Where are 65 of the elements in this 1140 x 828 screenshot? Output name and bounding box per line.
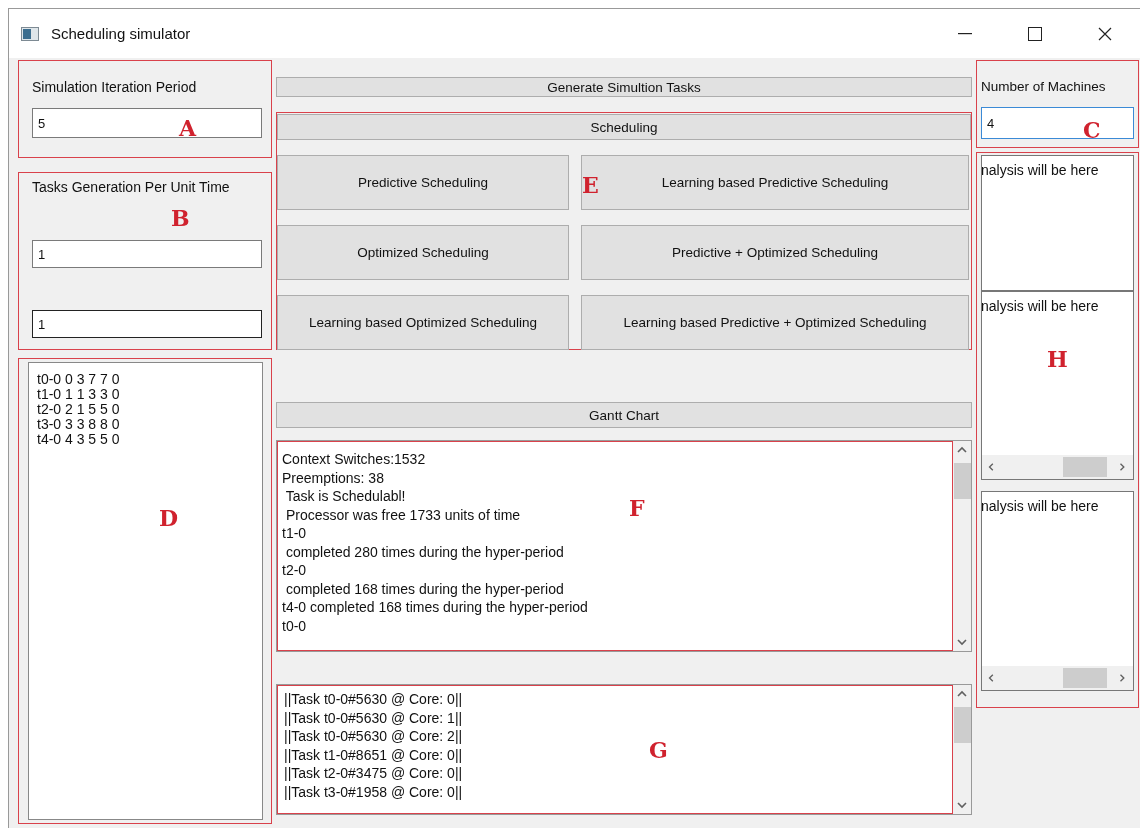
- output-line: ||Task t1-0#8651 @ Core: 0||: [284, 745, 463, 764]
- maximize-icon: [1028, 26, 1042, 41]
- log-line: Preemptions: 38: [282, 468, 384, 487]
- annotation-letter: C: [1083, 119, 1101, 141]
- list-item[interactable]: t3-0 3 3 8 8 0: [37, 417, 120, 432]
- analysis-text: nalysis will be here: [982, 161, 1100, 178]
- scheduling-button[interactable]: Scheduling: [277, 114, 971, 140]
- analysis-panel[interactable]: nalysis will be here: [981, 491, 1134, 691]
- input-field[interactable]: 1: [32, 310, 262, 338]
- analysis-panel[interactable]: nalysis will be here: [981, 155, 1134, 291]
- horizontal-scrollbar[interactable]: [982, 666, 1133, 690]
- log-line: Processor was free 1733 units of time: [284, 505, 521, 524]
- output-line: ||Task t0-0#5630 @ Core: 0||: [284, 690, 463, 709]
- chevron-down-icon[interactable]: [956, 637, 968, 647]
- scheduling-option-button[interactable]: Predictive + Optimized Scheduling: [581, 225, 969, 280]
- scrollbar-thumb[interactable]: [1063, 457, 1107, 477]
- close-icon: [1098, 26, 1112, 41]
- annotation-letter: A: [179, 117, 197, 139]
- annotation-letter: G: [649, 739, 668, 761]
- log-line: t0-0: [282, 616, 307, 635]
- log-line: completed 168 times during the hyper-period: [284, 579, 564, 598]
- scheduling-option-button[interactable]: Predictive Scheduling: [277, 155, 569, 210]
- scheduling-option-button[interactable]: Learning based Predictive + Optimized Scheduling: [581, 295, 969, 350]
- input-field[interactable]: 1: [32, 240, 262, 268]
- log-line: t4-0 completed 168 times during the hyper-period: [282, 598, 588, 617]
- list-item[interactable]: t2-0 2 1 5 5 0: [37, 402, 120, 417]
- analysis-text: nalysis will be here: [982, 297, 1100, 314]
- gantt-chart-button[interactable]: Gantt Chart: [276, 402, 972, 428]
- annotation-letter: E: [582, 174, 599, 196]
- output-line: ||Task t0-0#5630 @ Core: 2||: [284, 727, 463, 746]
- horizontal-scrollbar[interactable]: [982, 455, 1133, 479]
- output-line: ||Task t0-0#5630 @ Core: 1||: [284, 708, 463, 727]
- window-title: Scheduling simulator: [51, 25, 192, 42]
- chevron-up-icon[interactable]: [956, 445, 968, 455]
- field-label: Number of Machines: [981, 79, 1107, 94]
- scrollbar-thumb[interactable]: [953, 707, 971, 743]
- annotation-letter: B: [171, 207, 190, 229]
- scheduling-option-button[interactable]: Optimized Scheduling: [277, 225, 569, 280]
- list-item[interactable]: t4-0 4 3 5 5 0: [37, 432, 120, 447]
- log-text-area[interactable]: [277, 441, 953, 651]
- vertical-scrollbar[interactable]: [953, 441, 971, 651]
- log-line: completed 280 times during the hyper-period: [284, 542, 564, 561]
- scrollbar-thumb[interactable]: [1063, 668, 1107, 688]
- scrollbar-thumb[interactable]: [953, 463, 971, 499]
- vertical-scrollbar[interactable]: [953, 685, 971, 814]
- log-line: t2-0: [282, 561, 307, 580]
- list-item[interactable]: t0-0 0 3 7 7 0: [37, 372, 120, 387]
- chevron-up-icon[interactable]: [956, 689, 968, 699]
- log-line: Task is Schedulabl!: [284, 487, 406, 506]
- analysis-text: nalysis will be here: [982, 497, 1100, 514]
- list-item[interactable]: t1-0 1 1 3 3 0: [37, 387, 120, 402]
- log-line: t1-0: [282, 524, 307, 543]
- app-icon: [21, 26, 39, 41]
- scheduling-option-button[interactable]: Learning based Optimized Scheduling: [277, 295, 569, 350]
- annotation-letter: H: [1047, 348, 1068, 370]
- chevron-down-icon[interactable]: [956, 800, 968, 810]
- output-line: ||Task t2-0#3475 @ Core: 0||: [284, 764, 463, 783]
- output-line: ||Task t3-0#1958 @ Core: 0||: [284, 782, 463, 801]
- log-line: Context Switches:1532: [282, 450, 426, 469]
- field-label: Simulation Iteration Period: [32, 79, 198, 95]
- minimize-icon: [958, 32, 972, 35]
- field-label: Tasks Generation Per Unit Time: [32, 179, 231, 195]
- annotation-letter: F: [629, 497, 645, 519]
- annotation-letter: D: [159, 507, 179, 529]
- generate-button[interactable]: Generate Simultion Tasks: [276, 77, 972, 97]
